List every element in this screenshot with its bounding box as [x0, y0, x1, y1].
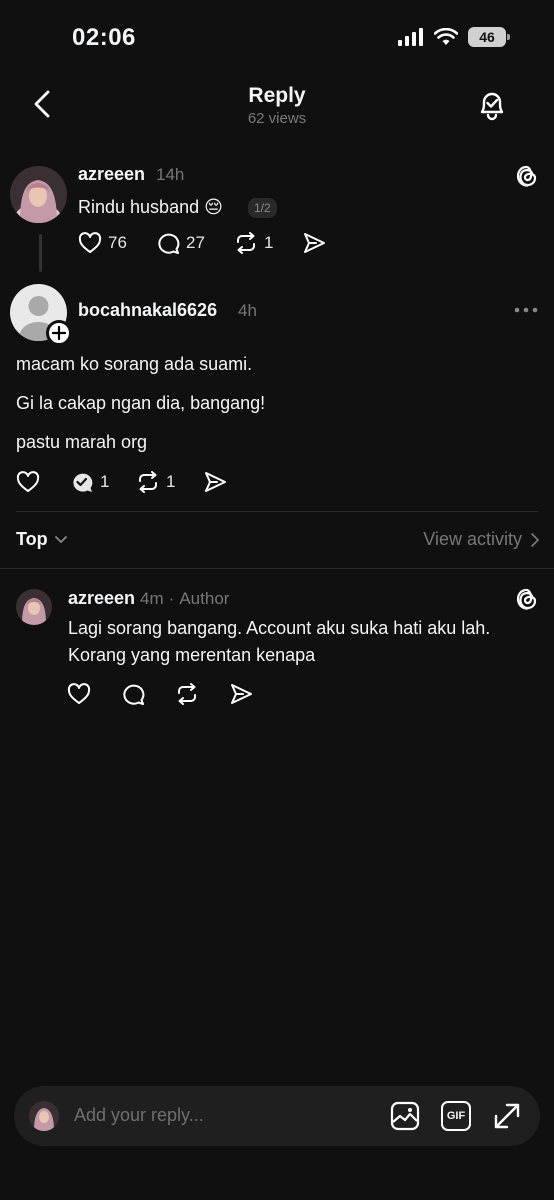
repost-count: 1 — [166, 472, 176, 491]
more-dots-icon — [514, 307, 538, 313]
comment-button[interactable]: 27 — [156, 232, 205, 254]
comment-icon — [158, 233, 180, 254]
gif-button[interactable]: GIF — [441, 1101, 471, 1131]
threads-logo-icon[interactable] — [514, 163, 540, 189]
bell-check-icon — [480, 92, 504, 121]
status-icons: 46 — [398, 27, 510, 47]
post-text: Rindu husband 😔 — [78, 197, 223, 217]
heart-icon — [78, 232, 102, 253]
author-label: Author — [179, 589, 230, 608]
send-icon — [205, 472, 226, 492]
post-text-line: Gi la cakap ngan dia, bangang! — [16, 393, 266, 413]
heart-icon — [67, 683, 91, 704]
comment-count: 1 — [100, 472, 110, 491]
signal-icon — [398, 28, 424, 46]
repost-icon — [237, 232, 255, 254]
comment-icon — [123, 684, 145, 705]
view-activity-label: View activity — [423, 529, 522, 549]
share-button[interactable] — [229, 683, 253, 705]
comment-checked-icon — [73, 473, 93, 492]
more-options-button[interactable] — [514, 307, 538, 313]
share-button[interactable] — [302, 232, 326, 254]
reply-text-line: Lagi sorang bangang. Account aku suka ha… — [68, 618, 491, 638]
status-time: 02:06 — [72, 24, 136, 51]
expand-icon — [494, 1103, 520, 1129]
send-icon — [231, 684, 252, 704]
heart-icon — [16, 471, 40, 492]
repost-icon — [178, 683, 196, 705]
page-indicator: 1/2 — [248, 198, 277, 218]
post-text-line: pastu marah org — [16, 432, 148, 452]
like-button[interactable] — [16, 471, 40, 493]
image-button[interactable] — [390, 1101, 420, 1131]
divider — [16, 511, 538, 512]
plus-icon — [52, 326, 66, 340]
repost-button[interactable] — [175, 683, 199, 705]
post-time: 4h — [238, 301, 257, 320]
sort-label: Top — [16, 529, 48, 549]
sort-dropdown[interactable]: Top — [16, 529, 68, 550]
post-time: 14h — [156, 165, 185, 184]
username[interactable]: azreeen — [68, 588, 135, 609]
battery-icon: 46 — [468, 27, 510, 47]
follow-button[interactable] — [46, 320, 72, 346]
divider — [0, 568, 554, 569]
comment-button[interactable] — [121, 683, 145, 705]
comment-count: 27 — [186, 233, 205, 252]
repost-button[interactable]: 1 — [136, 471, 175, 493]
page-title: Reply — [248, 84, 306, 107]
send-icon — [304, 233, 325, 253]
repost-button[interactable]: 1 — [234, 232, 273, 254]
reply-time: 4m — [140, 589, 164, 608]
chevron-right-icon — [531, 532, 540, 547]
chevron-down-icon — [54, 535, 67, 543]
reply-input[interactable]: Add your reply... — [74, 1105, 204, 1126]
post-text-line: macam ko sorang ada suami. — [16, 354, 253, 374]
repost-count: 1 — [264, 233, 274, 252]
image-icon — [390, 1101, 420, 1131]
view-activity-link[interactable]: View activity — [423, 529, 540, 550]
username[interactable]: azreeen — [78, 164, 145, 185]
reply-header: azreeen 4m · Author — [68, 588, 229, 609]
notification-button[interactable] — [476, 88, 508, 122]
username[interactable]: bocahnakal6626 — [78, 300, 217, 321]
reply-text-line: Korang yang merentan kenapa — [68, 645, 316, 665]
share-button[interactable] — [203, 471, 227, 493]
repost-icon — [139, 471, 157, 493]
like-button[interactable] — [67, 683, 91, 705]
avatar[interactable] — [10, 166, 67, 223]
like-button[interactable]: 76 — [78, 232, 127, 254]
like-count: 76 — [108, 233, 127, 252]
wifi-icon — [434, 28, 458, 46]
thread-line — [39, 234, 42, 272]
expand-button[interactable] — [492, 1101, 522, 1131]
comment-button[interactable]: 1 — [70, 471, 109, 493]
view-count: 62 views — [247, 110, 307, 127]
threads-logo-icon[interactable] — [514, 586, 540, 612]
avatar[interactable] — [16, 589, 52, 625]
avatar — [29, 1101, 59, 1131]
separator-dot: · — [168, 589, 175, 608]
